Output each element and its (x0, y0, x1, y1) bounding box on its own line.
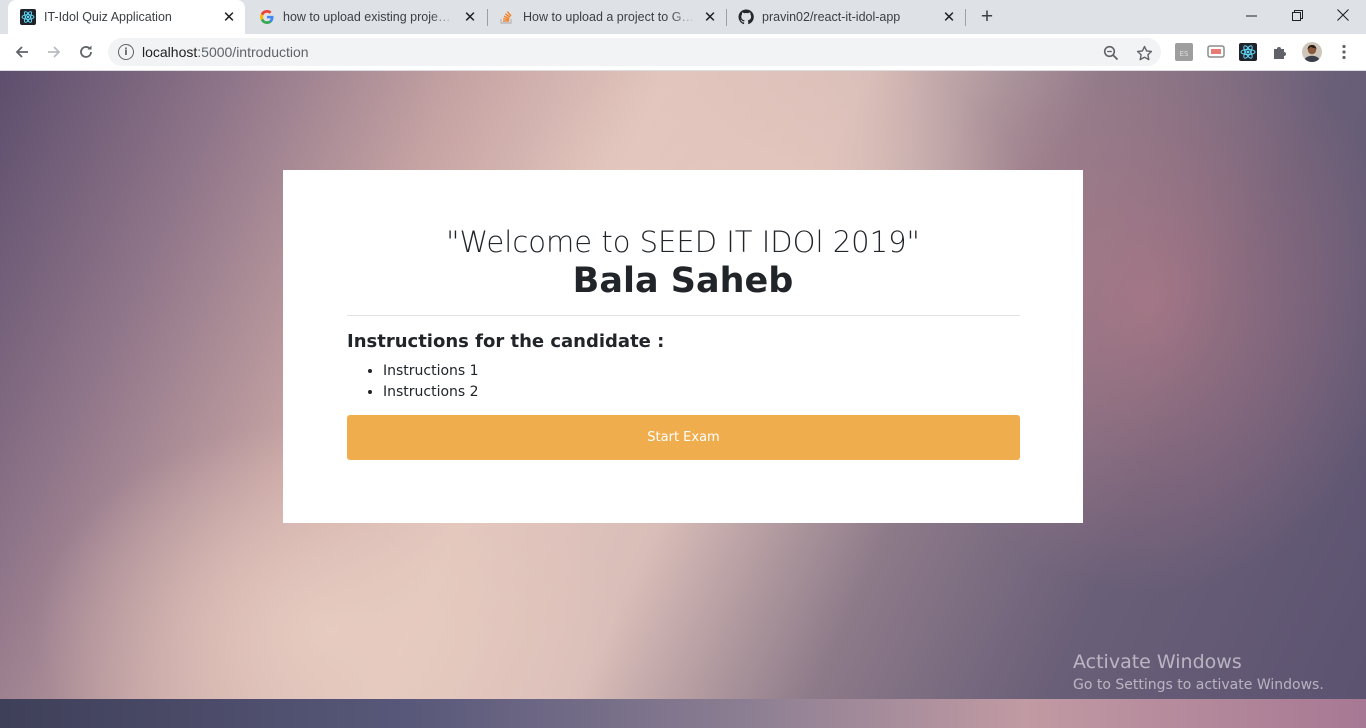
tab-strip: IT-Idol Quiz Application ✕ how to upload… (0, 0, 1366, 34)
watermark-line2: Go to Settings to activate Windows. (1073, 677, 1324, 693)
candidate-name: Bala Saheb (572, 261, 794, 301)
tab-title: how to upload existing project on github (283, 10, 456, 24)
url-path: :5000/introduction (197, 44, 309, 60)
arrow-left-icon (15, 46, 28, 58)
tab-stackoverflow[interactable]: How to upload a project to Github - Stac… (487, 0, 726, 34)
welcome-heading: "Welcome to SEED IT IDOl 2019" (446, 225, 920, 259)
divider (347, 315, 1020, 316)
back-button[interactable] (8, 38, 36, 66)
tab-quiz-app[interactable]: IT-Idol Quiz Application ✕ (8, 0, 245, 34)
github-icon (738, 9, 754, 25)
tab-title: pravin02/react-it-idol-app (762, 10, 901, 24)
forward-button[interactable] (40, 38, 68, 66)
tab-separator (965, 9, 966, 26)
watermark-line1: Activate Windows (1073, 651, 1242, 673)
close-icon[interactable]: ✕ (702, 9, 718, 26)
url-text: localhost:5000/introduction (142, 44, 309, 60)
profile-avatar[interactable] (1302, 42, 1322, 62)
restore-button[interactable] (1274, 0, 1320, 30)
close-icon[interactable]: ✕ (462, 9, 478, 26)
instruction-item: Instructions 2 (383, 382, 479, 403)
bookmark-star-icon[interactable] (1135, 44, 1153, 62)
info-icon[interactable]: i (118, 44, 134, 60)
zoom-icon[interactable] (1102, 44, 1120, 62)
minimize-button[interactable] (1228, 0, 1274, 30)
instruction-item: Instructions 1 (383, 361, 479, 382)
stackoverflow-icon (499, 9, 515, 25)
reload-icon (80, 45, 92, 58)
reload-button[interactable] (72, 38, 100, 66)
instructions-title: Instructions for the candidate : (347, 331, 665, 352)
close-icon[interactable]: ✕ (221, 9, 237, 26)
tab-title: How to upload a project to Github - Stac… (523, 10, 696, 24)
minimize-icon (1245, 15, 1257, 16)
extensions-puzzle-icon[interactable] (1271, 43, 1289, 61)
browser-toolbar: i localhost:5000/introduction ES (0, 34, 1366, 71)
instructions-list: Instructions 1 Instructions 2 (383, 361, 479, 403)
url-host: localhost (142, 44, 198, 60)
close-icon[interactable]: ✕ (941, 9, 957, 26)
page-viewport: "Welcome to SEED IT IDOl 2019" Bala Sahe… (0, 71, 1366, 728)
address-bar[interactable]: i localhost:5000/introduction (108, 38, 1161, 66)
extension-cast-icon[interactable] (1207, 43, 1225, 61)
react-icon (20, 9, 36, 25)
tab-google-search[interactable]: how to upload existing project on github… (247, 0, 486, 34)
arrow-right-icon (48, 46, 61, 58)
tab-github[interactable]: pravin02/react-it-idol-app ✕ (726, 0, 965, 34)
tab-title: IT-Idol Quiz Application (44, 10, 172, 24)
svg-text:ES: ES (1180, 50, 1189, 58)
menu-kebab-icon[interactable] (1335, 43, 1353, 61)
google-icon (259, 9, 275, 25)
new-tab-button[interactable]: + (975, 5, 999, 29)
close-window-button[interactable] (1320, 0, 1366, 30)
close-icon (1337, 9, 1349, 21)
restore-icon (1291, 9, 1303, 21)
activate-windows-watermark: Activate Windows Go to Settings to activ… (1073, 651, 1324, 693)
start-exam-button[interactable]: Start Exam (347, 415, 1020, 460)
extension-react-devtools-icon[interactable] (1239, 43, 1257, 61)
intro-card: "Welcome to SEED IT IDOl 2019" Bala Sahe… (283, 170, 1083, 523)
background-strip (0, 699, 1366, 728)
extension-es-icon[interactable]: ES (1175, 43, 1193, 61)
